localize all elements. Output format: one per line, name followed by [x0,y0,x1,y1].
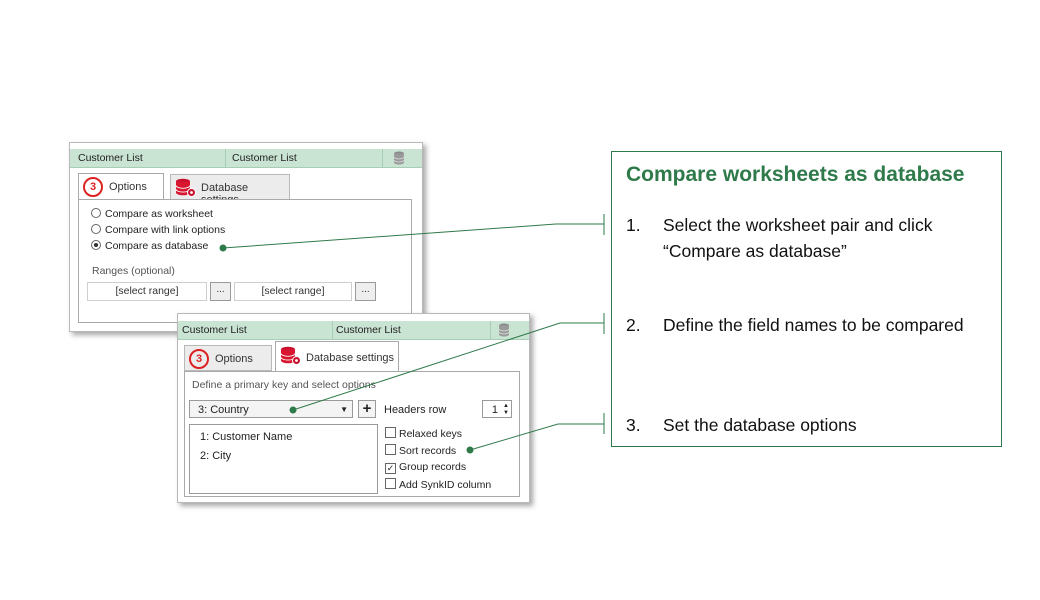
connector-dot [466,446,474,454]
connector-step-2 [292,322,604,411]
connector-lines [219,214,605,454]
connector-dot [219,244,227,252]
connector-step-3 [469,423,604,451]
connector-step-1 [222,223,604,249]
connector-dot [289,406,297,414]
